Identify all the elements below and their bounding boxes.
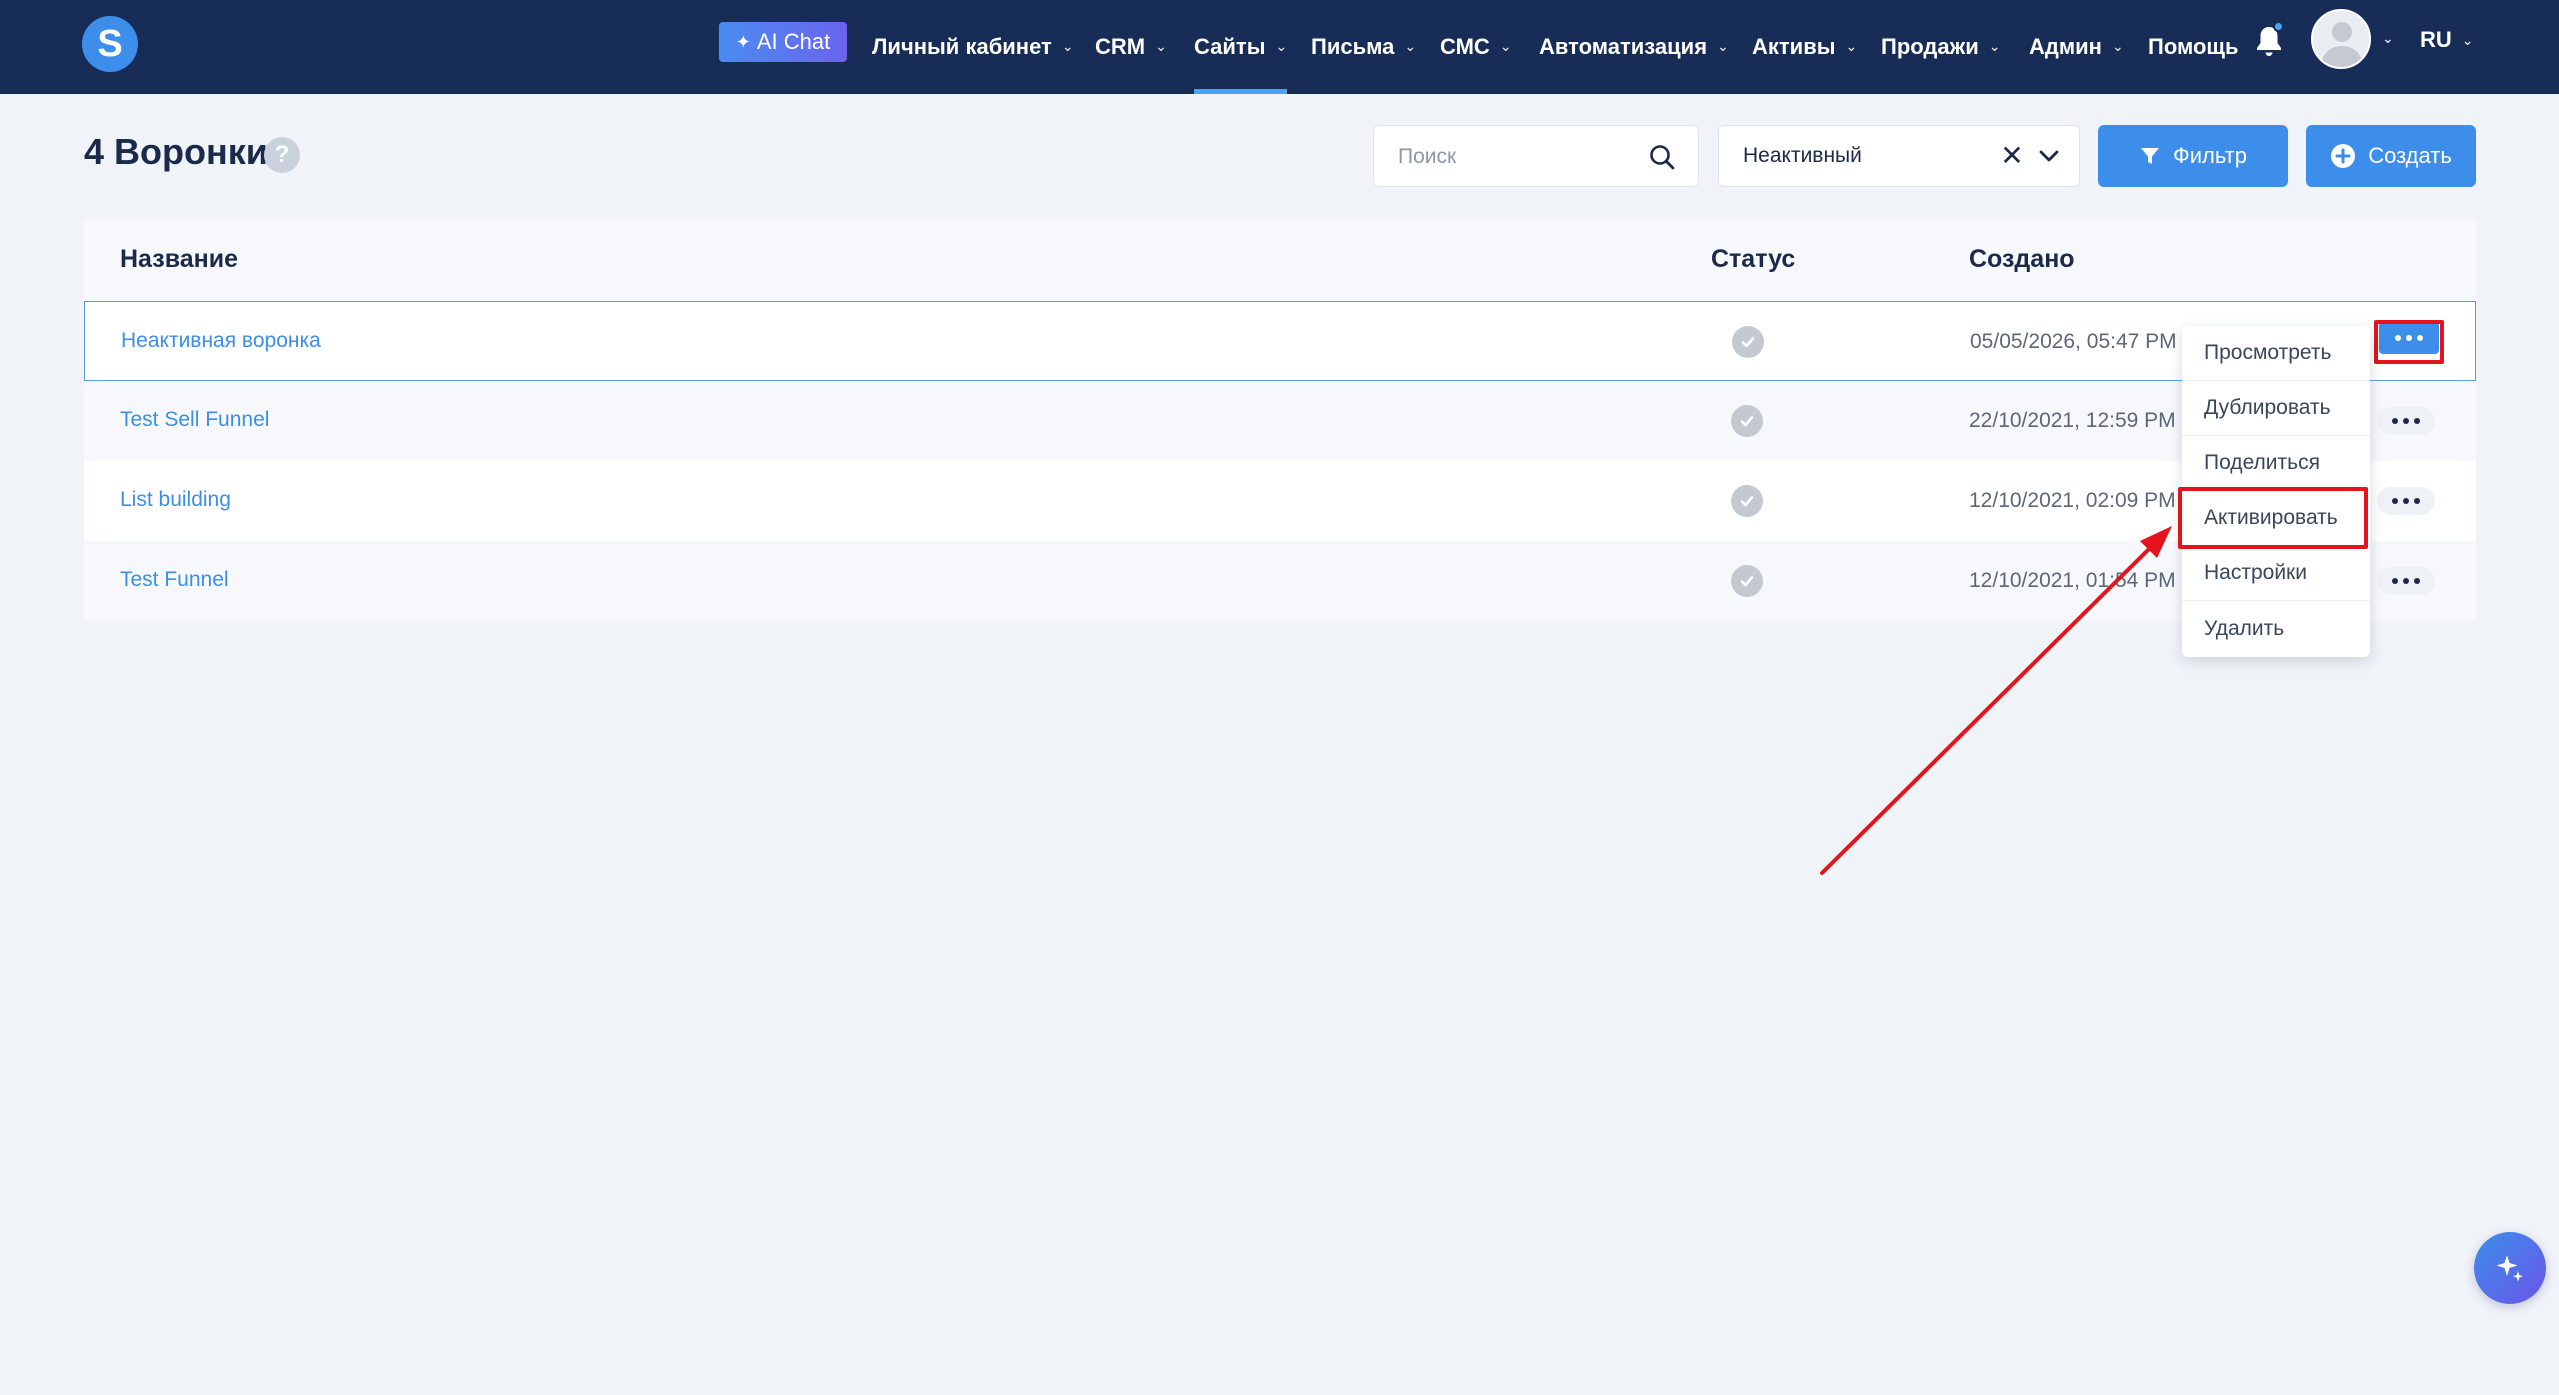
status-check-icon (1732, 326, 1764, 358)
nav-label: Продажи (1881, 34, 1979, 59)
menu-item-share[interactable]: Поделиться (2182, 436, 2370, 491)
funnel-name-link[interactable]: Неактивная воронка (121, 329, 321, 353)
nav-label: Письма (1311, 34, 1395, 59)
created-date: 22/10/2021, 12:59 PM (1969, 409, 2176, 432)
chevron-down-icon[interactable]: ⌄ (2382, 30, 2394, 47)
chevron-down-icon: ⌄ (1717, 37, 1729, 54)
created-date: 12/10/2021, 02:09 PM (1969, 489, 2176, 512)
status-filter-select[interactable]: Неактивный ✕ (1718, 125, 2080, 187)
menu-item-delete[interactable]: Удалить (2182, 601, 2370, 656)
column-header-status[interactable]: Статус (1711, 245, 1795, 274)
nav-admin[interactable]: Админ ⌄ (2029, 0, 2124, 94)
nav-automation[interactable]: Автоматизация ⌄ (1539, 0, 1729, 94)
nav-sales[interactable]: Продажи ⌄ (1881, 0, 2000, 94)
filter-button[interactable]: Фильтр (2098, 125, 2288, 187)
user-avatar-icon[interactable] (2311, 9, 2371, 69)
filter-label: Фильтр (2173, 143, 2247, 168)
notification-dot (2273, 21, 2284, 32)
more-actions-button[interactable] (2377, 567, 2435, 595)
chevron-down-icon: ⌄ (1404, 37, 1417, 54)
nav-label: Личный кабинет (872, 34, 1052, 59)
nav-sms[interactable]: СМС ⌄ (1440, 0, 1512, 94)
nav-label: Активы (1752, 34, 1836, 59)
status-check-icon (1731, 405, 1763, 437)
column-header-name[interactable]: Название (120, 245, 238, 274)
sparkle-icon: ✦ (735, 31, 751, 52)
table-row[interactable]: Неактивная воронка 05/05/2026, 05:47 PM (84, 301, 2476, 381)
sparkle-icon (2496, 1255, 2523, 1282)
status-filter-value: Неактивный (1743, 144, 1862, 167)
search-icon[interactable] (1648, 143, 1676, 171)
ai-chat-button[interactable]: ✦ AI Chat (719, 22, 847, 62)
ai-chat-label: AI Chat (756, 29, 831, 54)
table-header: Название Статус Создано (84, 217, 2476, 301)
more-actions-button[interactable] (2377, 407, 2435, 435)
status-check-icon (1731, 565, 1763, 597)
chevron-down-icon: ⌄ (1155, 37, 1167, 54)
chevron-down-icon: ⌄ (1845, 37, 1858, 54)
search-input[interactable] (1398, 140, 1638, 174)
page-title: 4 Воронки (84, 131, 268, 172)
nav-label: Админ (2029, 34, 2102, 59)
funnel-name-link[interactable]: Test Sell Funnel (120, 408, 269, 432)
question-mark-icon[interactable]: ? (264, 137, 300, 173)
table-row[interactable]: List building 12/10/2021, 02:09 PM (84, 461, 2476, 541)
create-label: Создать (2368, 143, 2452, 168)
annotation-arrow (1820, 526, 2172, 875)
chevron-down-icon: ⌄ (2111, 37, 2124, 54)
top-navbar: S ✦ AI Chat Личный кабинет ⌄ CRM ⌄ Сайты… (0, 0, 2559, 94)
nav-sites[interactable]: Сайты ⌄ (1194, 0, 1287, 94)
chevron-down-icon: ⌄ (1499, 37, 1512, 54)
menu-item-settings[interactable]: Настройки (2182, 546, 2370, 601)
chevron-down-icon: ⌄ (1061, 37, 1074, 54)
created-date: 05/05/2026, 05:47 PM (1970, 330, 2177, 353)
nav-label: Помощь (2148, 34, 2239, 59)
chevron-down-icon: ⌄ (2461, 31, 2474, 48)
chevron-down-icon: ⌄ (1988, 37, 2001, 54)
search-box[interactable] (1373, 125, 1699, 187)
nav-label: Сайты (1194, 34, 1266, 59)
language-selector[interactable]: RU ⌄ (2420, 0, 2474, 80)
funnel-name-link[interactable]: List building (120, 488, 231, 512)
clear-icon[interactable]: ✕ (1997, 140, 2027, 171)
funnel-name-link[interactable]: Test Funnel (120, 568, 229, 592)
nav-help[interactable]: Помощь (2148, 0, 2238, 94)
menu-item-duplicate[interactable]: Дублировать (2182, 381, 2370, 436)
table-row[interactable]: Test Funnel 12/10/2021, 01:54 PM (84, 541, 2476, 621)
chevron-down-icon[interactable] (2035, 142, 2063, 170)
ai-assistant-button[interactable] (2474, 1232, 2546, 1304)
nav-label: СМС (1440, 34, 1490, 59)
plus-circle-icon (2331, 144, 2356, 168)
language-label: RU (2420, 27, 2452, 52)
nav-personal-account[interactable]: Личный кабинет ⌄ (872, 0, 1074, 94)
more-actions-button[interactable] (2377, 487, 2435, 515)
highlight-activate-item (2178, 487, 2368, 549)
column-header-created[interactable]: Создано (1969, 245, 2075, 274)
highlight-more-button (2374, 320, 2444, 364)
nav-assets[interactable]: Активы ⌄ (1752, 0, 1857, 94)
create-button[interactable]: Создать (2306, 125, 2476, 187)
funnels-table: Название Статус Создано Неактивная ворон… (84, 217, 2476, 621)
app-logo[interactable]: S (82, 16, 138, 72)
nav-emails[interactable]: Письма ⌄ (1311, 0, 1416, 94)
table-row[interactable]: Test Sell Funnel 22/10/2021, 12:59 PM (84, 381, 2476, 461)
chevron-down-icon: ⌄ (1275, 37, 1288, 54)
status-check-icon (1731, 485, 1763, 517)
menu-item-view[interactable]: Просмотреть (2182, 326, 2370, 381)
nav-label: Автоматизация (1539, 34, 1708, 59)
nav-label: CRM (1095, 34, 1146, 59)
nav-crm[interactable]: CRM ⌄ (1095, 0, 1167, 94)
created-date: 12/10/2021, 01:54 PM (1969, 569, 2176, 592)
funnel-icon (2141, 148, 2160, 164)
